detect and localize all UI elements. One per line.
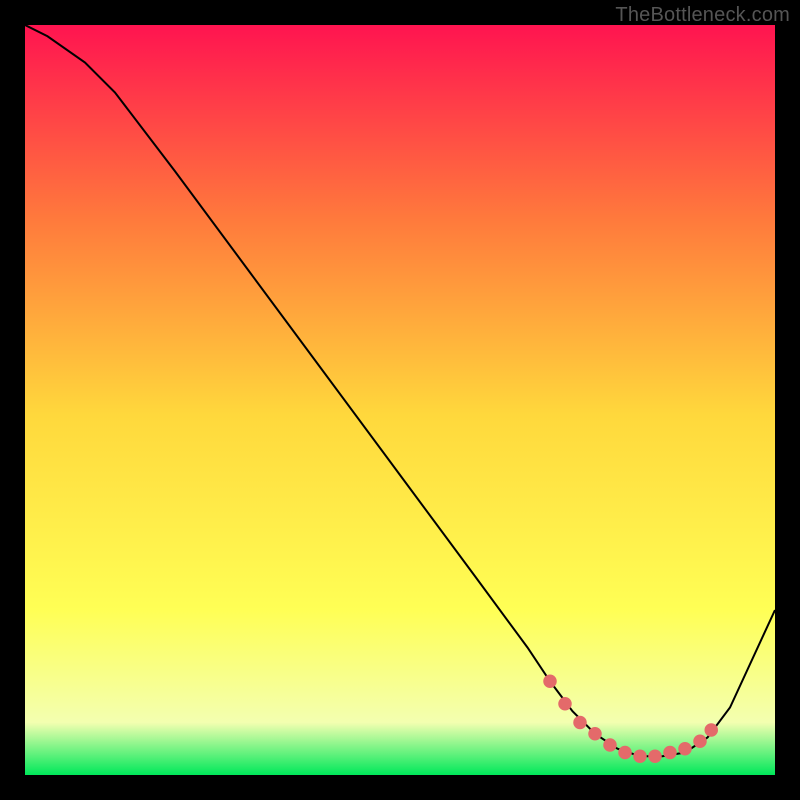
chart-stage: TheBottleneck.com (0, 0, 800, 800)
marker-dot (603, 738, 617, 752)
marker-dot (678, 742, 692, 756)
marker-dot (705, 723, 719, 737)
marker-dot (648, 750, 662, 764)
watermark-text: TheBottleneck.com (615, 4, 790, 27)
marker-dot (573, 716, 587, 730)
marker-dot (588, 727, 602, 741)
marker-dot (618, 746, 632, 760)
marker-dot (633, 750, 647, 764)
marker-dot (558, 697, 572, 711)
bottleneck-plot (25, 25, 775, 775)
marker-dot (663, 746, 677, 760)
marker-dot (693, 735, 707, 749)
gradient-background (25, 25, 775, 775)
marker-dot (543, 675, 557, 689)
